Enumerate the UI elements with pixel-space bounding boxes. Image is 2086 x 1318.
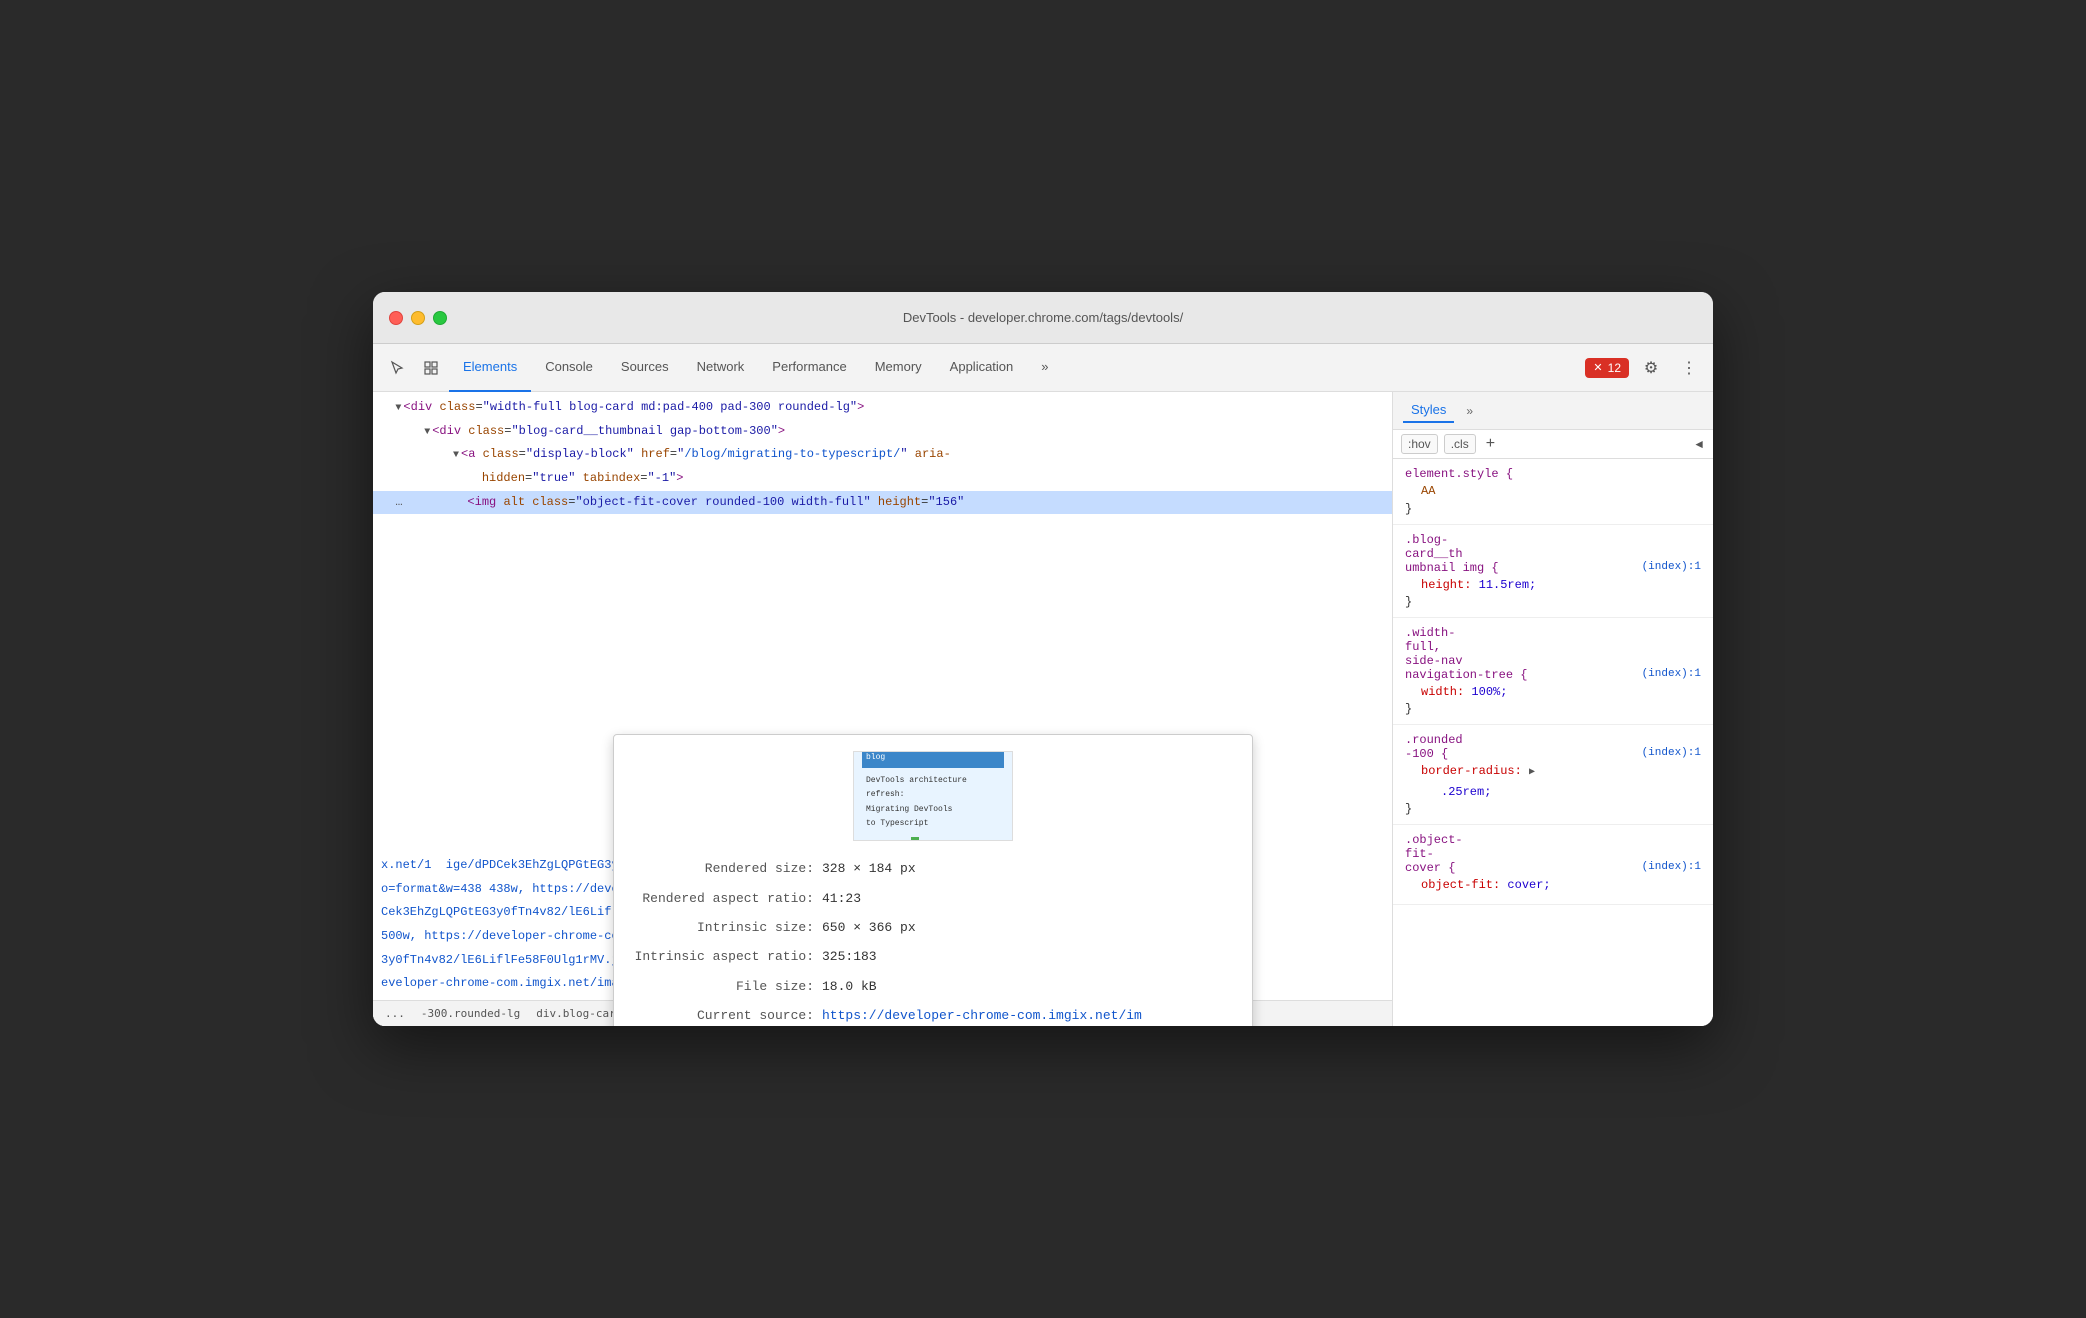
img-preview-subtitle: DevTools architecture refresh:Migrating … <box>862 772 1004 834</box>
style-rule-border-radius: border-radius: ▶ .25rem; <box>1421 761 1701 802</box>
style-close: } <box>1405 595 1701 609</box>
tabs-container: Elements Console Sources Network Perform… <box>449 344 1583 392</box>
maximize-button[interactable] <box>433 311 447 325</box>
tooltip-intrinsic-size-value: 650 × 366 px <box>822 916 916 939</box>
main-content: ▼<div class="width-full blog-card md:pad… <box>373 392 1713 1026</box>
style-block-width-full: .width-full,side-navnavigation-tree { (i… <box>1393 618 1713 725</box>
tooltip-intrinsic-aspect-row: Intrinsic aspect ratio: 325:183 <box>634 945 1232 968</box>
img-preview-bars <box>911 837 955 841</box>
styles-more-tabs[interactable]: » <box>1462 400 1477 422</box>
style-selector: .rounded-100 { (index):1 <box>1405 733 1701 761</box>
tooltip-current-source-link[interactable]: https://developer-chrome-com.imgix.net/i… <box>822 1004 1142 1026</box>
styles-panel: Styles » :hov .cls + ◄ element.style { <box>1393 392 1713 1026</box>
tooltip-intrinsic-size-row: Intrinsic size: 650 × 366 px <box>634 916 1232 939</box>
tooltip-rendered-size-value: 328 × 184 px <box>822 857 916 880</box>
tooltip-current-source-row: Current source: https://developer-chrome… <box>634 1004 1232 1026</box>
tab-performance[interactable]: Performance <box>758 344 860 392</box>
tooltip-file-size-label: File size: <box>634 975 814 998</box>
dom-line[interactable]: ▼<div class="width-full blog-card md:pad… <box>373 396 1392 420</box>
dom-line[interactable]: hidden="true" tabindex="-1"> <box>373 467 1392 491</box>
dom-line[interactable]: ▼<div class="blog-card__thumbnail gap-bo… <box>373 420 1392 444</box>
styles-toolbar: Styles » <box>1393 392 1713 430</box>
error-badge[interactable]: ✕ 12 <box>1585 358 1629 378</box>
style-close: } <box>1405 502 1701 516</box>
img-preview-box: Chrome DevTools engineering blog DevTool… <box>853 751 1013 841</box>
dom-panel[interactable]: ▼<div class="width-full blog-card md:pad… <box>373 392 1393 1026</box>
tooltip-rendered-aspect-row: Rendered aspect ratio: 41:23 <box>634 887 1232 910</box>
style-close: } <box>1405 802 1701 816</box>
close-button[interactable] <box>389 311 403 325</box>
direction-button[interactable]: ◄ <box>1693 437 1705 451</box>
tooltip-rendered-size-label: Rendered size: <box>634 857 814 880</box>
tab-memory[interactable]: Memory <box>861 344 936 392</box>
tooltip-current-source-label: Current source: <box>634 1004 814 1026</box>
style-rule-width: width: 100%; <box>1421 682 1701 702</box>
styles-tab[interactable]: Styles <box>1403 398 1454 423</box>
traffic-lights <box>389 311 447 325</box>
cursor-icon-button[interactable] <box>381 352 413 384</box>
error-x-icon: ✕ <box>1593 361 1602 374</box>
tooltip-intrinsic-aspect-value: 325:183 <box>822 945 877 968</box>
tooltip-intrinsic-size-label: Intrinsic size: <box>634 916 814 939</box>
devtools-window: DevTools - developer.chrome.com/tags/dev… <box>373 292 1713 1026</box>
styles-content[interactable]: element.style { AA } .blog-card__thumbna… <box>1393 459 1713 1026</box>
settings-button[interactable]: ⚙ <box>1635 352 1667 384</box>
image-tooltip: Chrome DevTools engineering blog DevTool… <box>613 734 1253 1026</box>
tab-more[interactable]: » <box>1027 344 1062 392</box>
error-count: 12 <box>1608 361 1621 375</box>
style-rule: AA <box>1421 481 1701 501</box>
style-block-object-fit: .object-fit-cover { (index):1 object-fit… <box>1393 825 1713 904</box>
window-title: DevTools - developer.chrome.com/tags/dev… <box>903 310 1183 325</box>
tooltip-rendered-size-row: Rendered size: 328 × 184 px <box>634 857 1232 880</box>
style-block-blog-thumbnail: .blog-card__thumbnail img { (index):1 he… <box>1393 525 1713 618</box>
titlebar: DevTools - developer.chrome.com/tags/dev… <box>373 292 1713 344</box>
dom-line[interactable]: ▼<a class="display-block" href="/blog/mi… <box>373 443 1392 467</box>
toolbar: Elements Console Sources Network Perform… <box>373 344 1713 392</box>
style-source-link3[interactable]: (index):1 <box>1642 747 1701 759</box>
tooltip-rendered-aspect-label: Rendered aspect ratio: <box>634 887 814 910</box>
tab-console[interactable]: Console <box>531 344 607 392</box>
style-selector: .width-full,side-navnavigation-tree { (i… <box>1405 626 1701 682</box>
img-preview-header: Chrome DevTools engineering blog <box>862 751 1004 768</box>
style-source-link[interactable]: (index):1 <box>1642 561 1701 573</box>
more-options-button[interactable]: ⋮ <box>1673 352 1705 384</box>
dom-content: ▼<div class="width-full blog-card md:pad… <box>373 392 1392 1000</box>
tab-application[interactable]: Application <box>936 344 1028 392</box>
img-preview: Chrome DevTools engineering blog DevTool… <box>634 751 1232 841</box>
styles-filter-row: :hov .cls + ◄ <box>1393 430 1713 459</box>
tooltip-file-size-row: File size: 18.0 kB <box>634 975 1232 998</box>
style-selector: .object-fit-cover { (index):1 <box>1405 833 1701 875</box>
tooltip-intrinsic-aspect-label: Intrinsic aspect ratio: <box>634 945 814 968</box>
minimize-button[interactable] <box>411 311 425 325</box>
tab-network[interactable]: Network <box>683 344 759 392</box>
bar1 <box>911 837 919 841</box>
inspect-icon-button[interactable] <box>415 352 447 384</box>
tab-elements[interactable]: Elements <box>449 344 531 392</box>
style-source-link4[interactable]: (index):1 <box>1642 861 1701 873</box>
pseudo-hov-button[interactable]: :hov <box>1401 434 1438 454</box>
style-selector: .blog-card__thumbnail img { (index):1 <box>1405 533 1701 575</box>
add-rule-button[interactable]: + <box>1482 435 1499 453</box>
breadcrumb-ellipsis[interactable]: ... <box>381 1005 409 1022</box>
tooltip-rendered-aspect-value: 41:23 <box>822 887 861 910</box>
toolbar-right: ✕ 12 ⚙ ⋮ <box>1585 352 1705 384</box>
style-block-element: element.style { AA } <box>1393 459 1713 524</box>
tab-sources[interactable]: Sources <box>607 344 683 392</box>
style-block-rounded: .rounded-100 { (index):1 border-radius: … <box>1393 725 1713 825</box>
style-close: } <box>1405 702 1701 716</box>
style-rule-height: height: 11.5rem; <box>1421 575 1701 595</box>
style-source-link2[interactable]: (index):1 <box>1642 668 1701 680</box>
style-selector: element.style { <box>1405 467 1701 481</box>
pseudo-cls-button[interactable]: .cls <box>1444 434 1476 454</box>
devtools-container: Elements Console Sources Network Perform… <box>373 344 1713 1026</box>
style-rule-object-fit: object-fit: cover; <box>1421 875 1701 895</box>
breadcrumb-rounded[interactable]: -300.rounded-lg <box>417 1005 524 1022</box>
tooltip-file-size-value: 18.0 kB <box>822 975 877 998</box>
dom-line-selected[interactable]: … <img alt class="object-fit-cover round… <box>373 491 1392 515</box>
